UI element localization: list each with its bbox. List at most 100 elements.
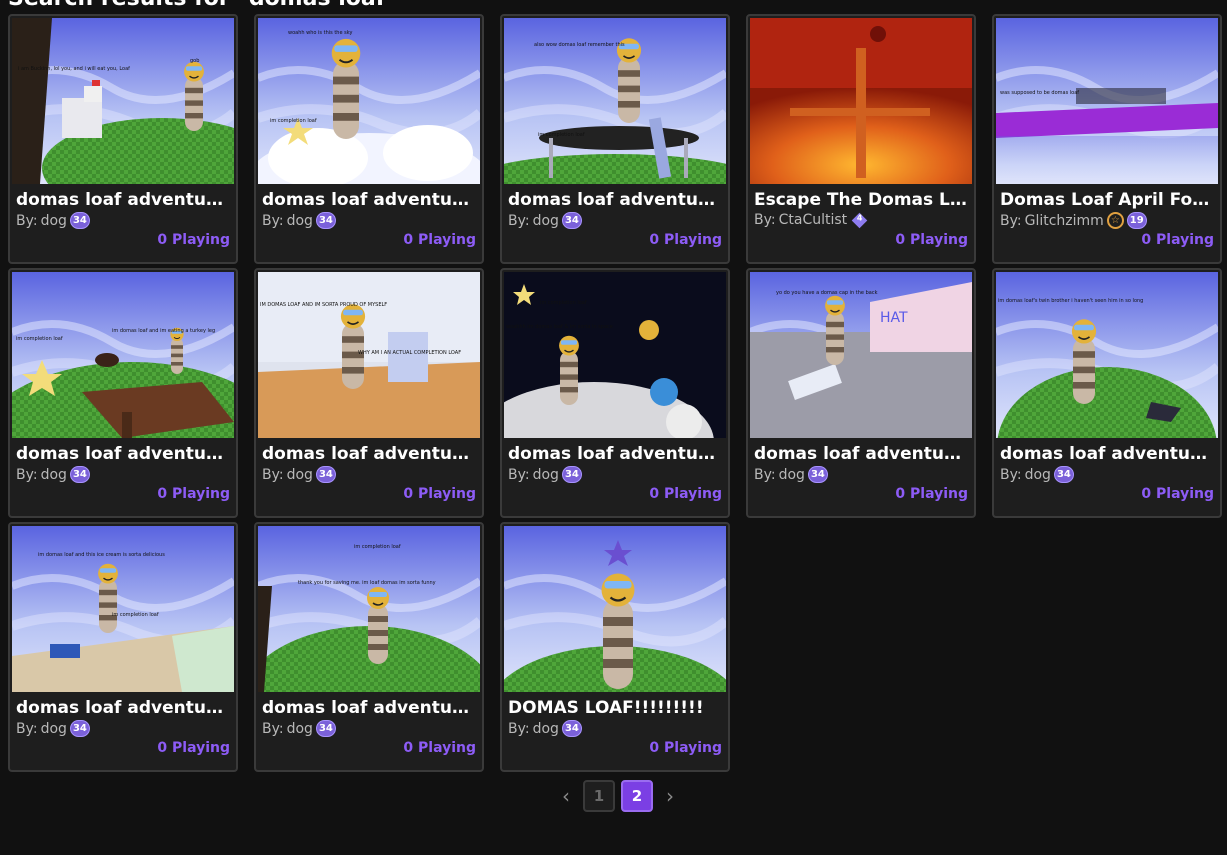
chevron-right-icon[interactable]: › — [659, 780, 681, 812]
author-name[interactable]: dog — [41, 467, 67, 483]
level-badge: 34 — [69, 466, 90, 483]
author-name[interactable]: dog — [779, 467, 805, 483]
player-count: 0 Playing — [403, 486, 476, 502]
game-thumbnail[interactable]: IM DOMAS LOAF AND IM SORTA PROUD OF MYSE… — [258, 272, 480, 438]
author-name[interactable]: dog — [41, 213, 67, 229]
game-thumbnail[interactable]: i am Buckinn, lol you, and i will eat yo… — [12, 18, 234, 184]
by-label: By: — [262, 466, 284, 483]
game-card[interactable]: also wow domas loaf remember this im comp… — [500, 14, 730, 264]
by-label: By: — [1000, 466, 1022, 483]
game-author-line: By: dog 34 — [508, 212, 582, 229]
by-label: By: — [16, 720, 38, 737]
game-author-line: By: dog 34 — [508, 720, 582, 737]
game-card[interactable]: i am Buckinn, lol you, and i will eat yo… — [8, 14, 238, 264]
game-title[interactable]: domas loaf adventure... — [16, 444, 230, 464]
game-thumbnail[interactable]: was supposed to be domas loaf — [996, 18, 1218, 184]
svg-text:i am Buckinn, lol you, and i w: i am Buckinn, lol you, and i will eat yo… — [18, 66, 130, 72]
by-label: By: — [508, 466, 530, 483]
game-card[interactable]: IM DOMAS LOAF AND IM SORTA PROUD OF MYSE… — [254, 268, 484, 518]
svg-text:thank you for saving me. im lo: thank you for saving me. im loaf domas i… — [298, 580, 436, 586]
game-thumbnail[interactable] — [504, 526, 726, 692]
game-author-line: By: dog 34 — [16, 466, 90, 483]
game-author-line: By: dog 34 — [1000, 466, 1074, 483]
game-author-line: By: dog 34 — [262, 720, 336, 737]
svg-text:also wow domas loaf remember t: also wow domas loaf remember this — [534, 42, 625, 48]
svg-text:yo do you have a domas cap in: yo do you have a domas cap in the back — [776, 290, 878, 296]
game-card[interactable]: Escape The Domas Lo... By: CtaCultist 4 … — [746, 14, 976, 264]
game-author-line: By: Glitchzimm ☆ 19 — [1000, 212, 1147, 229]
svg-text:im domas loaf and this ice cre: im domas loaf and this ice cream is sort… — [38, 552, 165, 558]
author-name[interactable]: dog — [533, 721, 559, 737]
svg-text:im domas loaf and im eating a: im domas loaf and im eating a turkey leg — [112, 328, 215, 334]
level-badge: 34 — [315, 212, 336, 229]
chevron-left-icon[interactable]: ‹ — [555, 780, 577, 812]
game-title[interactable]: domas loaf adventure... — [754, 444, 968, 464]
game-thumbnail[interactable]: im domas loaf's twin brother i haven't s… — [996, 272, 1218, 438]
game-card[interactable]: im domas loaf and this ice cream is sort… — [8, 522, 238, 772]
game-title[interactable]: domas loaf adventure... — [262, 190, 476, 210]
game-title[interactable]: domas loaf adventure... — [262, 698, 476, 718]
svg-text:woahh who is this the sky: woahh who is this the sky — [288, 30, 352, 36]
game-thumbnail[interactable]: im completion loaf im domas loaf and im e… — [12, 272, 234, 438]
by-label: By: — [262, 720, 284, 737]
game-title[interactable]: DOMAS LOAF!!!!!!!!! — [508, 698, 722, 718]
level-badge: 34 — [1053, 466, 1074, 483]
game-title[interactable]: domas loaf adventure... — [508, 190, 722, 210]
author-name[interactable]: dog — [533, 467, 559, 483]
game-title[interactable]: domas loaf adventure... — [1000, 444, 1214, 464]
svg-text:WHY AM I AN ACTUAL COMPLETION: WHY AM I AN ACTUAL COMPLETION LOAF — [358, 350, 461, 356]
game-card[interactable]: DOMAS LOAF!!!!!!!!! By: dog 34 0 Playing — [500, 522, 730, 772]
game-thumbnail[interactable]: im completion loaf thank you for saving m… — [258, 526, 480, 692]
author-name[interactable]: CtaCultist — [779, 212, 848, 228]
author-name[interactable]: Glitchzimm — [1025, 213, 1104, 229]
page-2-button[interactable]: 2 — [621, 780, 653, 812]
svg-text:im completion loaf: im completion loaf — [112, 612, 159, 618]
svg-text:im completion loaf: im completion loaf — [270, 118, 317, 124]
player-count: 0 Playing — [157, 232, 230, 248]
player-count: 0 Playing — [649, 486, 722, 502]
player-count: 0 Playing — [403, 232, 476, 248]
player-count: 0 Playing — [895, 232, 968, 248]
author-name[interactable]: dog — [533, 213, 559, 229]
game-title[interactable]: domas loaf adventure... — [16, 698, 230, 718]
by-label: By: — [508, 212, 530, 229]
game-thumbnail[interactable]: im completion loaf woahhh im domas loaf &… — [504, 272, 726, 438]
by-label: By: — [754, 466, 776, 483]
game-card[interactable]: was supposed to be domas loaf Domas Loaf… — [992, 14, 1222, 264]
svg-text:HAT: HAT — [880, 310, 908, 326]
game-card[interactable]: im domas loaf's twin brother i haven't s… — [992, 268, 1222, 518]
page-title: Search results for "domas loaf" — [8, 0, 397, 11]
game-card[interactable]: woahh who is this the sky im completion l… — [254, 14, 484, 264]
page-1-button[interactable]: 1 — [583, 780, 615, 812]
game-card[interactable]: im completion loaf woahhh im domas loaf &… — [500, 268, 730, 518]
verified-diamond-icon: 4 — [851, 212, 868, 228]
game-card[interactable]: im completion loaf thank you for saving m… — [254, 522, 484, 772]
game-card[interactable]: im completion loaf im domas loaf and im e… — [8, 268, 238, 518]
level-badge: 34 — [561, 212, 582, 229]
player-count: 0 Playing — [157, 740, 230, 756]
level-badge: 34 — [69, 720, 90, 737]
player-count: 0 Playing — [895, 486, 968, 502]
author-name[interactable]: dog — [1025, 467, 1051, 483]
game-thumbnail[interactable]: HAT yo do you have a domas cap in the ba… — [750, 272, 972, 438]
game-title[interactable]: domas loaf adventure... — [16, 190, 230, 210]
author-name[interactable]: dog — [287, 213, 313, 229]
game-grid: i am Buckinn, lol you, and i will eat yo… — [8, 14, 1222, 772]
star-icon: ☆ — [1106, 212, 1124, 229]
game-thumbnail[interactable]: also wow domas loaf remember this im comp… — [504, 18, 726, 184]
game-thumbnail[interactable]: im domas loaf and this ice cream is sort… — [12, 526, 234, 692]
svg-text:woahhh im domas loaf & im sort: woahhh im domas loaf & im sorta in space — [506, 324, 613, 330]
game-title[interactable]: Escape The Domas Lo... — [754, 190, 968, 210]
author-name[interactable]: dog — [287, 467, 313, 483]
player-count: 0 Playing — [1141, 232, 1214, 248]
game-title[interactable]: domas loaf adventure... — [262, 444, 476, 464]
game-thumbnail[interactable]: woahh who is this the sky im completion l… — [258, 18, 480, 184]
author-name[interactable]: dog — [287, 721, 313, 737]
game-thumbnail[interactable] — [750, 18, 972, 184]
by-label: By: — [508, 720, 530, 737]
game-card[interactable]: HAT yo do you have a domas cap in the ba… — [746, 268, 976, 518]
game-title[interactable]: Domas Loaf April Fool... — [1000, 190, 1214, 210]
player-count: 0 Playing — [403, 740, 476, 756]
author-name[interactable]: dog — [41, 721, 67, 737]
game-title[interactable]: domas loaf adventure... — [508, 444, 722, 464]
